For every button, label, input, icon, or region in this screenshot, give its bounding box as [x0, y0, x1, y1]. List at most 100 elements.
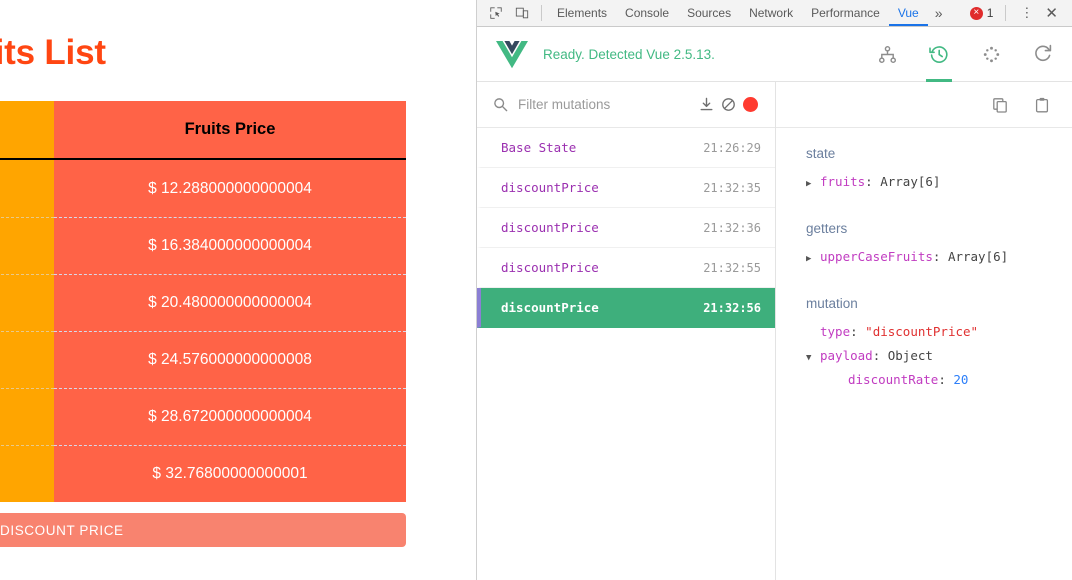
copy-icon[interactable] — [988, 92, 1012, 118]
record-icon[interactable] — [739, 90, 761, 120]
colon: : — [850, 324, 866, 339]
mutation-type-value: "discountPrice" — [865, 324, 979, 339]
state-key: fruits — [820, 174, 866, 189]
mutation-discount-entry: discountRate: 20 — [806, 369, 1072, 390]
table-header-name-cell — [0, 101, 54, 158]
table-row: $ 12.288000000000004 — [0, 160, 406, 217]
mutation-payload-entry[interactable]: ▼ payload: Object — [806, 345, 1072, 369]
fruit-price-cell: $ 16.384000000000004 — [54, 217, 406, 274]
fruit-name-cell — [0, 274, 54, 331]
tab-elements[interactable]: Elements — [548, 0, 616, 26]
fruit-price-cell: $ 32.76800000000001 — [54, 445, 406, 502]
mutation-time: 21:32:36 — [703, 220, 761, 235]
record-dot — [742, 97, 758, 112]
table-row: $ 24.576000000000008 — [0, 331, 406, 388]
tab-vue[interactable]: Vue — [889, 0, 928, 26]
refresh-icon[interactable] — [1028, 27, 1058, 82]
colon: : — [865, 174, 881, 189]
filter-mutations-input[interactable] — [518, 97, 695, 112]
state-group: state ▶ fruits: Array[6] — [806, 146, 1072, 195]
mutation-type-key: type — [820, 324, 851, 339]
getters-entry[interactable]: ▶ upperCaseFruits: Array[6] — [806, 246, 1072, 270]
colon: : — [932, 249, 948, 264]
inspect-element-icon[interactable] — [483, 2, 509, 24]
devtools-menu-icon[interactable]: ⋮ — [1012, 5, 1041, 21]
tab-console[interactable]: Console — [616, 0, 678, 26]
mutation-name: discountPrice — [501, 260, 599, 275]
fruit-name-cell — [0, 388, 54, 445]
table-row: $ 20.480000000000004 — [0, 274, 406, 331]
more-tabs-icon[interactable]: » — [928, 5, 950, 21]
tab-performance[interactable]: Performance — [802, 0, 889, 26]
mutation-time: 21:32:55 — [703, 260, 761, 275]
close-icon[interactable]: ✕ — [1041, 4, 1066, 22]
getters-title: getters — [806, 221, 848, 236]
clear-icon[interactable] — [717, 90, 739, 120]
fruit-name-cell — [0, 445, 54, 502]
mutation-name: discountPrice — [501, 180, 599, 195]
table-row: $ 16.384000000000004 — [0, 217, 406, 274]
vue-tool-buttons — [872, 27, 1058, 82]
mutation-list-item[interactable]: discountPrice 21:32:36 — [477, 208, 775, 248]
table-header-row: Fruits Price — [0, 101, 406, 160]
mutation-type-entry: ▶type: "discountPrice" — [806, 321, 1072, 345]
table-row: $ 32.76800000000001 — [0, 445, 406, 502]
fruit-name-cell — [0, 217, 54, 274]
mutation-list-item[interactable]: Base State 21:26:29 — [477, 128, 775, 168]
events-icon[interactable] — [976, 27, 1006, 82]
paste-icon[interactable] — [1030, 92, 1054, 118]
state-title: state — [806, 146, 836, 161]
vue-status-text: Ready. Detected Vue 2.5.13. — [543, 46, 715, 62]
device-toolbar-icon[interactable] — [509, 2, 535, 24]
mutation-time: 21:32:56 — [703, 300, 761, 315]
expand-arrow-icon[interactable]: ▶ — [806, 174, 820, 195]
components-tree-icon[interactable] — [872, 27, 902, 82]
discount-rate-value: 20 — [953, 372, 969, 387]
table-row: $ 28.672000000000004 — [0, 388, 406, 445]
state-entry[interactable]: ▶ fruits: Array[6] — [806, 171, 1072, 195]
vuex-history-icon[interactable] — [924, 27, 954, 82]
fruit-name-cell — [0, 331, 54, 388]
discount-price-button[interactable]: DISCOUNT PRICE — [0, 513, 406, 547]
getters-value: Array[6] — [947, 249, 1009, 264]
toolbar-divider — [541, 5, 542, 21]
browser-page: ruits List Fruits Price $ 12.28800000000… — [0, 0, 476, 580]
collapse-arrow-icon[interactable]: ▼ — [806, 348, 820, 369]
toolbar-divider — [1005, 5, 1007, 21]
mutation-name: Base State — [501, 140, 577, 155]
mutation-list-item-selected[interactable]: discountPrice 21:32:56 — [477, 288, 775, 328]
inspector-pane: state ▶ fruits: Array[6] getters ▶ upperCa… — [776, 82, 1072, 580]
mutation-group: mutation ▶type: "discountPrice" ▼payload… — [806, 296, 1072, 390]
colon: : — [872, 348, 888, 363]
tab-sources[interactable]: Sources — [678, 0, 740, 26]
mutation-list-item[interactable]: discountPrice 21:32:35 — [477, 168, 775, 208]
mutation-payload-value: Object — [887, 348, 933, 363]
app-root: ruits List Fruits Price $ 12.28800000000… — [0, 0, 1072, 580]
expand-arrow-icon[interactable]: ▶ — [806, 249, 820, 270]
mutation-name: discountPrice — [501, 300, 599, 315]
fruit-price-cell: $ 28.672000000000004 — [54, 388, 406, 445]
error-badge[interactable]: × 1 — [964, 6, 1000, 20]
inspector-content: state ▶ fruits: Array[6] getters ▶ upperCa… — [776, 128, 1072, 580]
discount-rate-key: discountRate — [848, 372, 939, 387]
arrow-placeholder: ▶ — [806, 324, 820, 345]
devtools-tabbar: Elements Console Sources Network Perform… — [477, 0, 1072, 27]
mutation-name: discountPrice — [501, 220, 599, 235]
export-icon[interactable] — [695, 90, 717, 120]
fruit-price-cell: $ 12.288000000000004 — [54, 160, 406, 217]
mutation-time: 21:26:29 — [703, 140, 761, 155]
inspector-toolbar — [776, 82, 1072, 128]
devtools-panel: Elements Console Sources Network Perform… — [476, 0, 1072, 580]
mutations-toolbar — [477, 82, 775, 128]
mutation-title: mutation — [806, 296, 858, 311]
state-value: Array[6] — [880, 174, 941, 189]
page-title: ruits List — [0, 33, 106, 72]
getters-key: upperCaseFruits — [820, 249, 933, 264]
mutation-payload-key: payload — [820, 348, 873, 363]
tab-network[interactable]: Network — [740, 0, 802, 26]
search-icon — [493, 97, 508, 112]
vue-panel-body: Base State 21:26:29 discountPrice 21:32:… — [477, 82, 1072, 580]
fruit-price-cell: $ 24.576000000000008 — [54, 331, 406, 388]
mutation-list-item[interactable]: discountPrice 21:32:55 — [477, 248, 775, 288]
fruits-table: Fruits Price $ 12.288000000000004 $ 16.3… — [0, 101, 406, 502]
